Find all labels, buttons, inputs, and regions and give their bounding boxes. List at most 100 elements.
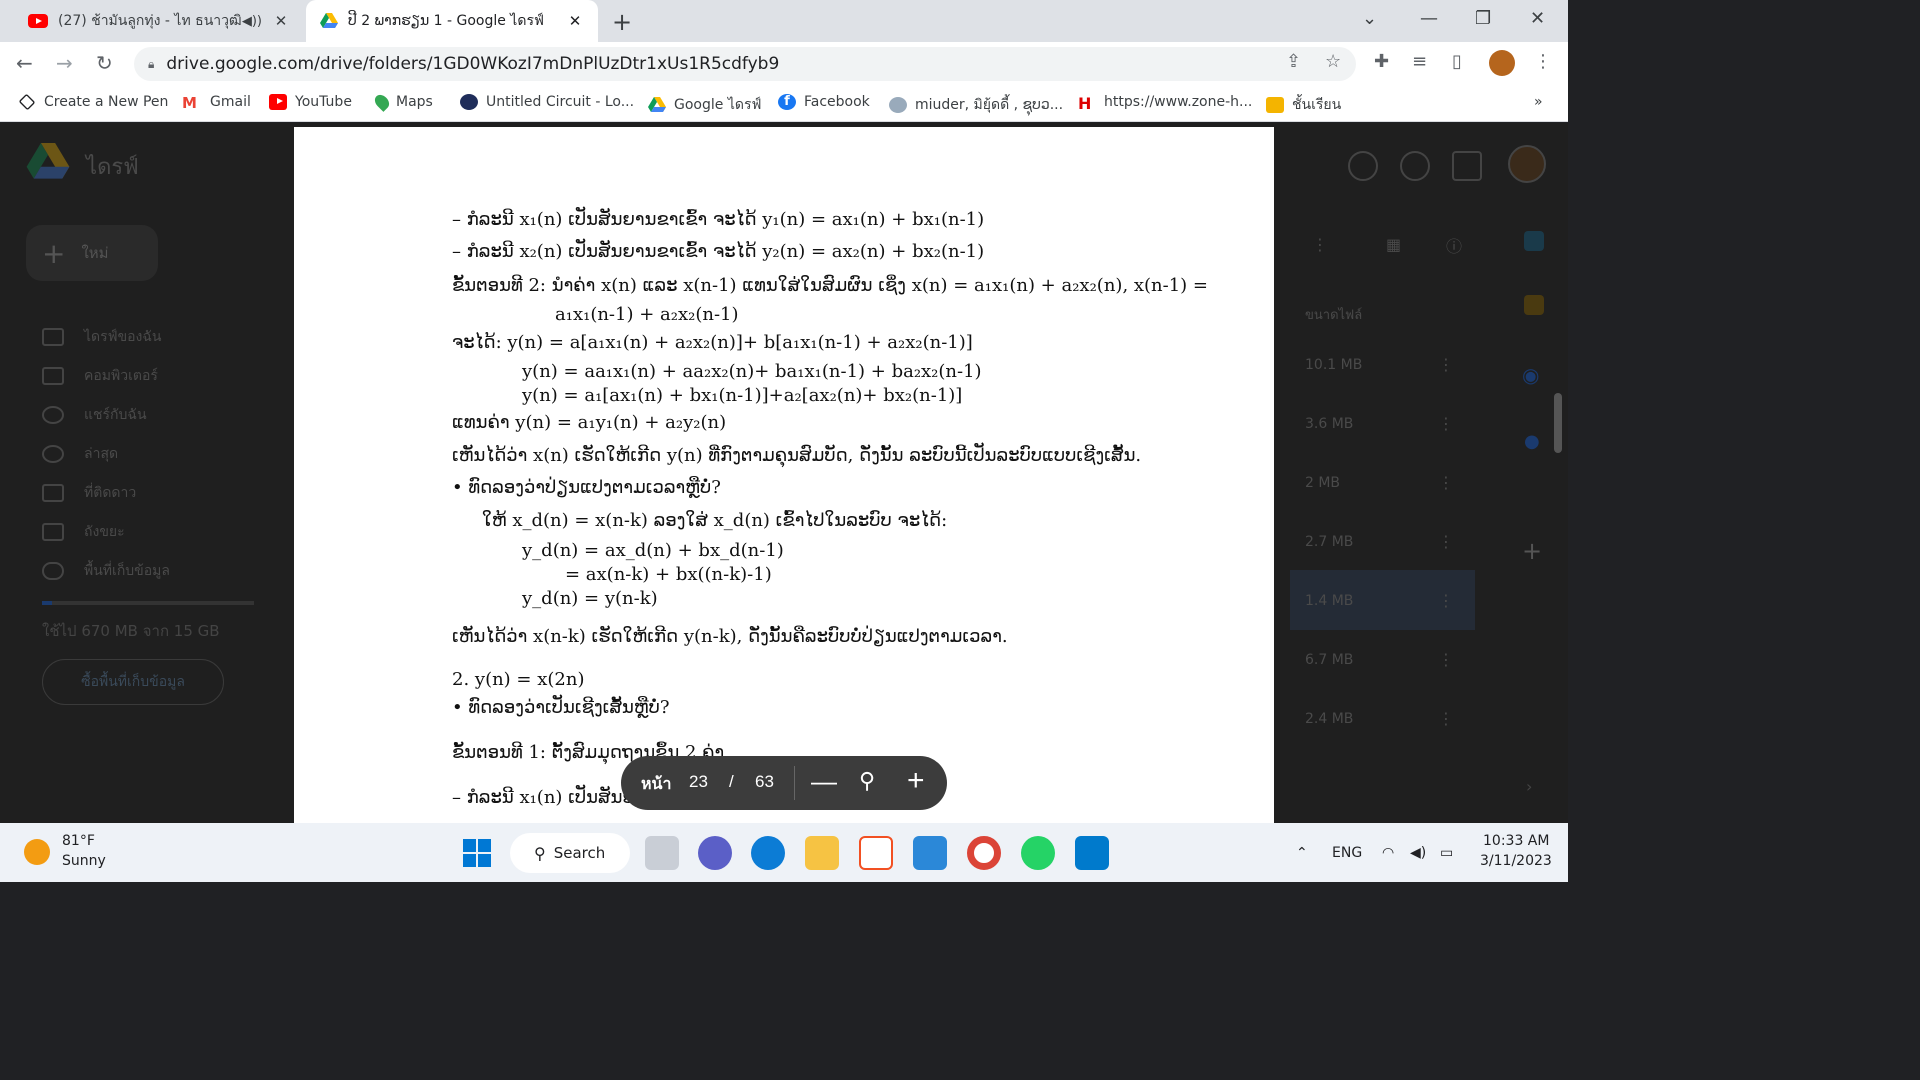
doc-line: ແທນຄ່າ y(n) = a₁y₁(n) + a₂y₂(n) [452, 412, 727, 433]
info-icon[interactable]: ⓘ [1446, 233, 1462, 257]
avatar[interactable] [1489, 50, 1515, 76]
file-explorer-icon[interactable] [805, 836, 839, 870]
lock-icon[interactable]: 🔒︎ [148, 57, 154, 72]
nav-my-drive[interactable]: ไดรฟ์ของฉัน [42, 326, 162, 348]
tab-drive[interactable]: ປີ 2 ພາກຮຽນ 1 - Google ไดรฟ์ ✕ [306, 0, 598, 42]
bookmark-label: ชั้นเรียน [1292, 97, 1342, 113]
collapse-panel-icon[interactable]: › [1526, 777, 1532, 796]
restore-button[interactable]: ❐ [1475, 8, 1491, 29]
contacts-icon[interactable]: ● [1524, 431, 1540, 452]
bookmarks-bar: Create a New Pen M Gmail YouTube Maps Unt… [0, 86, 1568, 122]
new-tab-button[interactable]: + [612, 8, 632, 36]
menu-icon[interactable]: ⋮ [1534, 51, 1552, 72]
chrome-icon[interactable] [967, 836, 1001, 870]
clock-date[interactable]: 3/11/2023 [1480, 853, 1552, 869]
row-more-icon[interactable]: ⋮ [1438, 591, 1454, 610]
calendar-icon[interactable] [1524, 231, 1544, 251]
help-icon[interactable] [1348, 151, 1378, 181]
language-indicator[interactable]: ENG [1332, 845, 1362, 861]
zoom-out-button[interactable]: — [811, 766, 837, 797]
row-more-icon[interactable]: ⋮ [1438, 709, 1454, 728]
share-icon[interactable]: ⇪ [1286, 51, 1301, 72]
chevron-up-icon[interactable]: ⌃ [1296, 845, 1308, 861]
scrollbar[interactable] [1554, 393, 1562, 453]
nav-trash[interactable]: ถังขยะ [42, 521, 125, 543]
buy-storage-button[interactable]: ซื้อพื้นที่เก็บข้อมูล [42, 659, 224, 705]
row-more-icon[interactable]: ⋮ [1438, 355, 1454, 374]
row-more-icon[interactable]: ⋮ [1438, 414, 1454, 433]
notepad-icon[interactable] [913, 836, 947, 870]
vscode-icon[interactable] [1075, 836, 1109, 870]
maps-pin-icon [372, 92, 392, 112]
address-bar[interactable]: 🔒︎ drive.google.com/drive/folders/1GD0WK… [134, 47, 1356, 81]
bookmark-star-icon[interactable]: ☆ [1325, 51, 1341, 72]
taskbar-search[interactable]: ⚲ Search [510, 833, 630, 873]
windows-start-icon[interactable] [460, 836, 494, 870]
back-button[interactable]: ← [16, 51, 33, 75]
zoom-icon[interactable]: ⚲ [859, 768, 875, 794]
forward-button[interactable]: → [56, 51, 73, 75]
wifi-icon[interactable]: ◠ [1382, 845, 1394, 861]
row-more-icon[interactable]: ⋮ [1438, 473, 1454, 492]
tasks-icon[interactable]: ◉ [1522, 363, 1539, 387]
nav-recent[interactable]: ล่าสุด [42, 443, 118, 465]
zoom-in-button[interactable]: + [907, 764, 925, 798]
bookmark-drive[interactable]: Google ไดรฟ์ [648, 94, 761, 116]
sun-icon[interactable] [24, 839, 50, 865]
tab-search-icon[interactable]: ⌄ [1362, 8, 1377, 29]
bookmark-gmail[interactable]: M Gmail [182, 94, 251, 112]
weather-condition[interactable]: Sunny [62, 853, 106, 869]
bookmark-maps[interactable]: Maps [372, 92, 433, 112]
close-window-button[interactable]: ✕ [1530, 8, 1545, 29]
more-options-icon[interactable]: ⋮ [1312, 235, 1328, 254]
side-panel-icon[interactable]: ▯ [1452, 51, 1462, 72]
settings-icon[interactable] [1400, 151, 1430, 181]
facebook-icon: f [778, 94, 796, 110]
bookmark-zone-h[interactable]: Hhttps://www.zone-h... [1078, 94, 1252, 113]
whatsapp-icon[interactable] [1021, 836, 1055, 870]
nav-shared[interactable]: แชร์กับฉัน [42, 404, 147, 426]
close-tab-icon[interactable]: ✕ [566, 12, 584, 30]
bookmark-youtube[interactable]: YouTube [269, 94, 352, 110]
bookmark-miuder[interactable]: miuder, มิยุ้ดดี้ , ຊຸບວ... [889, 94, 1063, 116]
battery-icon[interactable]: ▭ [1440, 845, 1453, 861]
nav-computers[interactable]: คอมพิวเตอร์ [42, 365, 158, 387]
bookmark-codepen[interactable]: Create a New Pen [18, 93, 168, 111]
url-text[interactable]: drive.google.com/drive/folders/1GD0WKozI… [166, 54, 779, 74]
reload-button[interactable]: ↻ [96, 51, 113, 75]
row-more-icon[interactable]: ⋮ [1438, 532, 1454, 551]
store-icon[interactable] [859, 836, 893, 870]
extensions-icon[interactable]: ✚ [1374, 51, 1389, 72]
apps-icon[interactable] [1452, 151, 1482, 181]
close-tab-icon[interactable]: ✕ [272, 12, 290, 30]
nav-starred[interactable]: ที่ติดดาว [42, 482, 136, 504]
site-icon [889, 97, 907, 113]
star-icon [42, 484, 64, 502]
tab-youtube[interactable]: (27) ช้ามันลูกทุ่ง - ไท ธนาวุฒิ【O ◀)) ✕ [14, 0, 304, 42]
bookmark-facebook[interactable]: f Facebook [778, 94, 870, 110]
more-bookmarks-icon[interactable]: » [1534, 94, 1543, 110]
chat-icon[interactable] [698, 836, 732, 870]
speaker-icon[interactable]: ◀)) [242, 14, 262, 29]
new-button[interactable]: + ใหม่ [26, 225, 158, 281]
temperature[interactable]: 81°F [62, 833, 95, 849]
add-addon-icon[interactable]: + [1522, 537, 1542, 565]
grid-view-icon[interactable]: ▦ [1386, 235, 1401, 254]
keep-icon[interactable] [1524, 295, 1544, 315]
row-more-icon[interactable]: ⋮ [1438, 650, 1454, 669]
avatar[interactable] [1508, 145, 1546, 183]
media-icon[interactable]: ≡ [1412, 51, 1427, 72]
bookmark-classroom[interactable]: ชั้นเรียน [1266, 94, 1341, 116]
volume-icon[interactable]: ◀) [1410, 845, 1426, 861]
current-page[interactable]: 23 [689, 772, 708, 792]
file-size: 1.4 MB [1305, 593, 1354, 609]
page-separator: / [729, 772, 734, 791]
task-view-icon[interactable] [645, 836, 679, 870]
taskbar: 81°F Sunny ⚲ Search ⌃ ENG ◠ ◀) ▭ 10:33 AM… [0, 823, 1568, 882]
edge-icon[interactable] [751, 836, 785, 870]
minimize-button[interactable]: — [1420, 8, 1438, 29]
classroom-icon [1266, 97, 1284, 113]
bookmark-circuit[interactable]: Untitled Circuit - Lo... [460, 94, 634, 110]
clock-time[interactable]: 10:33 AM [1483, 833, 1549, 849]
nav-storage[interactable]: พื้นที่เก็บข้อมูล [42, 560, 170, 582]
